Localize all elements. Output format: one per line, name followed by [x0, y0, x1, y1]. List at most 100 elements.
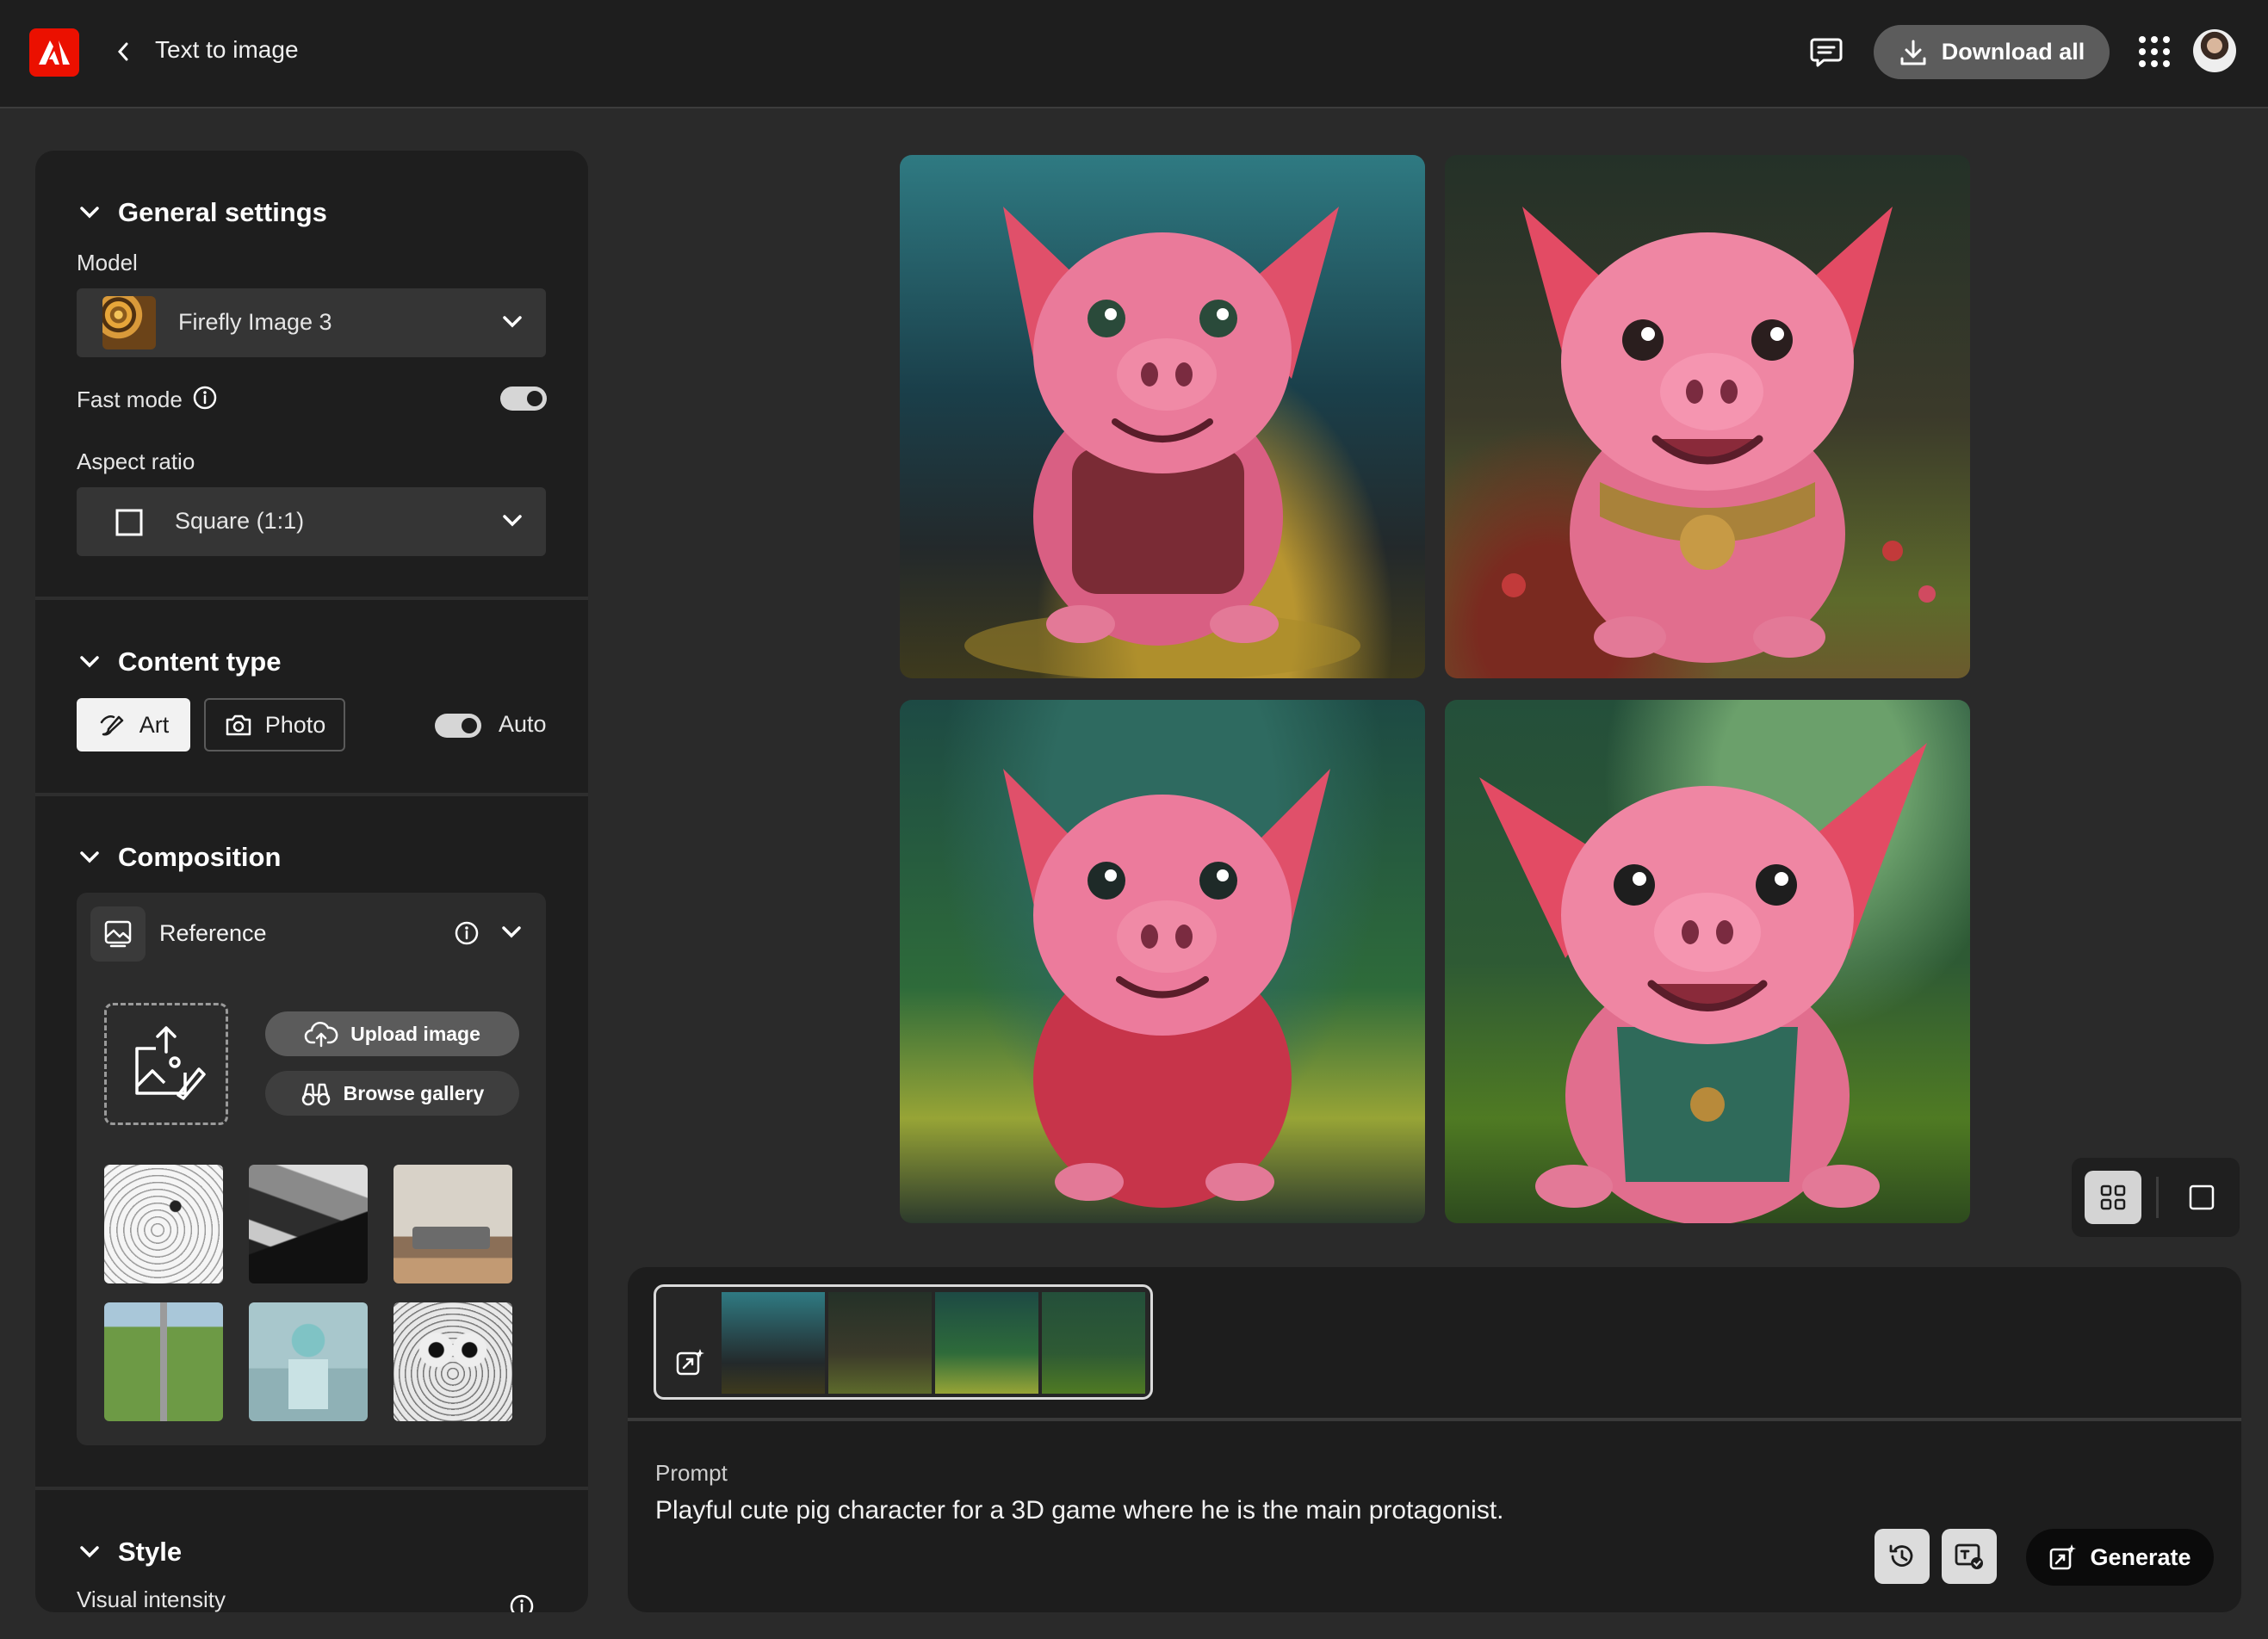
brush-icon [100, 715, 123, 736]
reference-label: Reference [159, 920, 267, 946]
binoculars-icon [301, 1083, 330, 1106]
prompt-check-icon [1955, 1543, 1983, 1569]
single-view-icon [2189, 1184, 2215, 1210]
prompt-input[interactable]: Playful cute pig character for a 3D game… [655, 1496, 1504, 1525]
cloud-upload-icon [304, 1022, 338, 1048]
model-label: Model [77, 250, 138, 275]
chevron-down-icon [80, 1546, 99, 1558]
model-select[interactable]: Firefly Image 3 [77, 288, 546, 357]
section-divider [35, 793, 588, 796]
pig-illustration [964, 207, 1360, 678]
fast-mode-label: Fast mode [77, 387, 183, 412]
generated-image-3[interactable] [900, 700, 1425, 1223]
photo-chip[interactable]: Photo [204, 698, 345, 751]
reference-card: Reference Upload image Browse gallery [77, 893, 546, 1445]
camera-icon [226, 714, 251, 736]
general-settings-title: General settings [118, 197, 327, 227]
auto-label: Auto [499, 711, 547, 737]
aspect-ratio-value: Square (1:1) [175, 508, 305, 534]
content-type-title: Content type [118, 646, 282, 677]
history-icon [1889, 1544, 1913, 1567]
generate-icon [2050, 1544, 2077, 1570]
composition-header[interactable]: Composition [80, 842, 281, 873]
download-all-label: Download all [1941, 39, 2085, 65]
chevron-down-icon [503, 316, 522, 328]
download-icon [1900, 40, 1926, 65]
adobe-icon [39, 40, 70, 65]
generated-image-1[interactable] [900, 155, 1425, 678]
chevron-down-icon[interactable] [501, 925, 522, 939]
back-button[interactable] [110, 36, 136, 67]
grid-view-icon [2100, 1184, 2126, 1210]
apps-grid-icon [2139, 36, 2170, 67]
upload-image-icon [135, 1026, 206, 1100]
chat-feedback-icon [1810, 38, 1843, 67]
generation-history-strip[interactable] [654, 1284, 1153, 1400]
general-settings-header[interactable]: General settings [80, 197, 327, 228]
generate-button[interactable]: Generate [2026, 1529, 2214, 1586]
style-title: Style [118, 1537, 183, 1567]
generated-image-4[interactable] [1445, 700, 1970, 1223]
chevron-down-icon [80, 851, 99, 863]
browse-gallery-button[interactable]: Browse gallery [265, 1071, 519, 1116]
reference-thumbnail-road[interactable] [104, 1302, 223, 1421]
apps-button[interactable] [2137, 34, 2172, 69]
aspect-ratio-select[interactable]: Square (1:1) [77, 487, 546, 556]
grid-view-button[interactable] [2085, 1171, 2141, 1224]
user-avatar[interactable] [2193, 29, 2236, 72]
upload-image-label: Upload image [350, 1022, 480, 1045]
fast-mode-toggle[interactable] [500, 387, 547, 411]
style-header[interactable]: Style [80, 1537, 182, 1568]
view-toggle-separator [2156, 1177, 2159, 1218]
model-thumbnail [102, 296, 156, 349]
toggle-knob [527, 391, 542, 406]
adobe-logo[interactable] [29, 28, 79, 77]
view-mode-toggle [2072, 1158, 2240, 1237]
prompt-label: Prompt [655, 1460, 728, 1486]
reference-thumbnail-owl[interactable] [393, 1302, 512, 1421]
chevron-down-icon [80, 207, 99, 219]
model-value: Firefly Image 3 [178, 309, 332, 335]
auto-toggle[interactable] [435, 714, 481, 738]
info-icon[interactable] [192, 385, 218, 411]
visual-intensity-label: Visual intensity [77, 1586, 226, 1612]
photo-label: Photo [264, 711, 326, 738]
feedback-button[interactable] [1808, 34, 1844, 71]
reference-image-icon [104, 920, 132, 948]
info-icon[interactable] [454, 920, 480, 946]
reference-thumbnail-living-room[interactable] [393, 1165, 512, 1283]
image-drop-zone[interactable] [104, 1003, 228, 1125]
prompt-area: Prompt Playful cute pig character for a … [628, 1267, 2241, 1612]
prompt-divider [628, 1418, 2241, 1421]
chevron-left-icon [117, 42, 128, 61]
content-type-header[interactable]: Content type [80, 646, 281, 677]
prompt-suggestions-button[interactable] [1942, 1529, 1997, 1584]
history-thumbnail-2[interactable] [828, 1292, 932, 1394]
history-thumbnail-4[interactable] [1042, 1292, 1145, 1394]
history-thumbnail-1[interactable] [722, 1292, 825, 1394]
aspect-ratio-label: Aspect ratio [77, 448, 195, 474]
top-bar: Text to image Download all [0, 0, 2268, 108]
reference-thumbnail-sphere[interactable] [249, 1302, 368, 1421]
download-all-button[interactable]: Download all [1874, 25, 2110, 79]
generate-label: Generate [2090, 1543, 2191, 1570]
pig-illustration [1502, 207, 1936, 663]
section-divider [35, 1487, 588, 1490]
settings-panel: General settings Model Firefly Image 3 F… [35, 151, 588, 1612]
single-view-button[interactable] [2173, 1171, 2230, 1224]
browse-gallery-label: Browse gallery [343, 1081, 485, 1104]
reference-icon-box [90, 906, 146, 962]
reference-thumbnail-mountains[interactable] [249, 1165, 368, 1283]
chevron-down-icon [503, 515, 522, 527]
prompt-history-button[interactable] [1875, 1529, 1930, 1584]
chevron-down-icon [80, 656, 99, 668]
info-icon[interactable] [509, 1593, 535, 1612]
pig-illustration [1003, 769, 1330, 1208]
art-chip[interactable]: Art [77, 698, 190, 751]
reference-thumbnail-bird[interactable] [104, 1165, 223, 1283]
art-label: Art [139, 711, 170, 738]
generated-image-2[interactable] [1445, 155, 1970, 678]
history-thumbnail-3[interactable] [935, 1292, 1038, 1394]
page-title: Text to image [155, 36, 299, 63]
upload-image-button[interactable]: Upload image [265, 1011, 519, 1056]
